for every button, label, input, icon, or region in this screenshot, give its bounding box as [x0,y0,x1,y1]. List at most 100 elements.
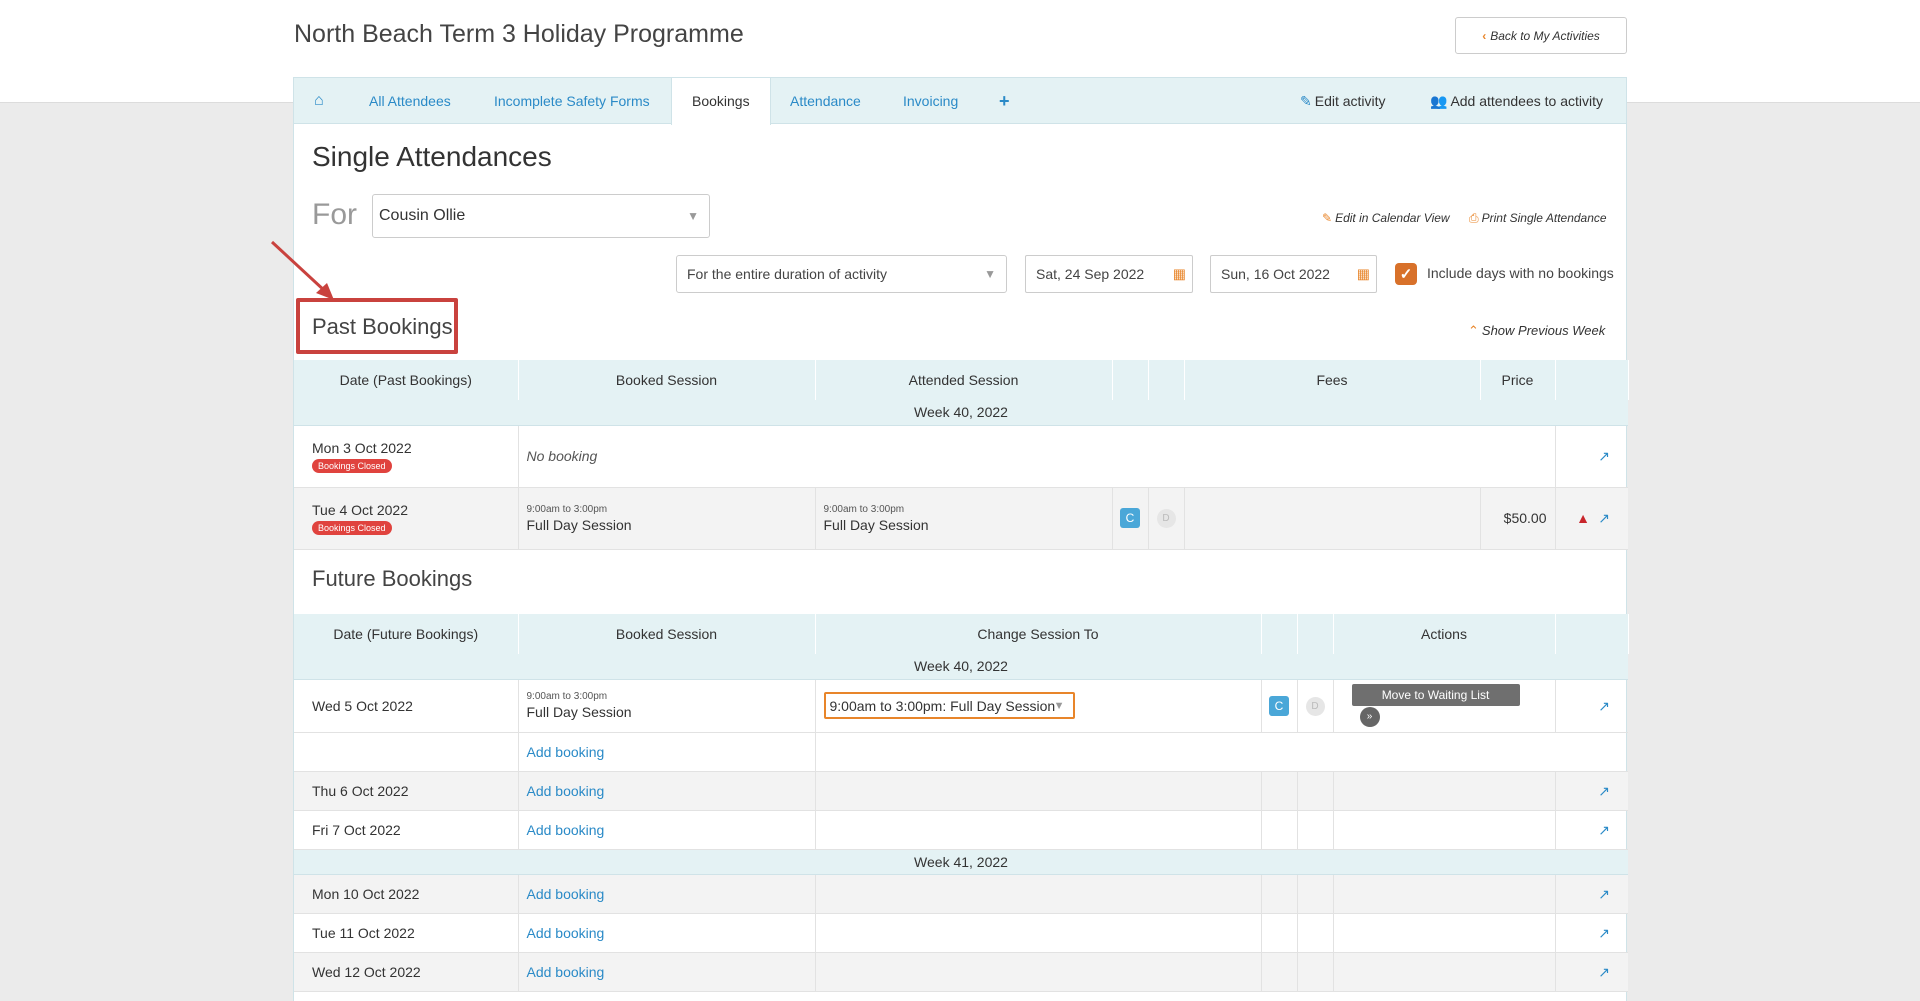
col-header-d [1148,360,1185,400]
future-bookings-title: Future Bookings [312,566,473,591]
fees-cell [1184,487,1481,550]
col-header-c [1261,614,1298,654]
c-badge[interactable]: C [1269,695,1289,716]
pencil-icon: ✎ [1300,93,1312,109]
col-header-booked: Booked Session [518,614,816,654]
tab-all-attendees[interactable]: All Attendees [369,78,451,124]
tab-incomplete-safety-forms[interactable]: Incomplete Safety Forms [494,78,650,124]
row-date: Thu 6 Oct 2022 [294,771,519,811]
pencil-icon: ✎ [1322,211,1333,225]
actions-cell: ↗ [1555,425,1628,488]
print-single-attendance-link[interactable]: ⎙ Print Single Attendance [1469,211,1607,226]
table-row: Tue 4 Oct 2022 Bookings Closed 9:00am to… [294,487,1628,550]
add-booking-link[interactable]: Add booking [527,886,605,902]
chevron-down-icon: ▼ [984,267,996,281]
back-to-activities-button[interactable]: ‹ Back to My Activities [1455,17,1627,54]
calendar-icon: ▦ [1172,265,1186,282]
external-link-icon[interactable]: ↗ [1596,699,1610,713]
edit-calendar-link[interactable]: ✎ Edit in Calendar View [1322,211,1450,225]
past-bookings-table: Date (Past Bookings) Booked Session Atte… [294,360,1629,550]
col-header-date: Date (Future Bookings) [294,614,519,654]
move-to-waiting-list-button[interactable]: Move to Waiting List [1351,684,1520,706]
booked-time: 9:00am to 3:00pm [526,503,608,515]
show-previous-week-link[interactable]: ⌃ Show Previous Week [1468,323,1605,339]
attendee-select[interactable]: Cousin Ollie ▼ [372,194,710,238]
no-booking-text: No booking [526,448,598,464]
edit-calendar-label: Edit in Calendar View [1335,211,1450,225]
table-row: Tue 11 Oct 2022 Add booking ↗ [294,913,1628,953]
row-date: Tue 11 Oct 2022 [294,913,519,953]
week-label: Week 41, 2022 [294,849,1628,875]
booked-cell: No booking [518,425,1556,488]
add-tab-plus-icon[interactable]: + [999,78,1010,124]
start-date-input[interactable]: Sat, 24 Sep 2022 ▦ [1025,255,1193,293]
calendar-icon: ▦ [1356,265,1370,282]
c-badge[interactable]: C [1120,508,1140,528]
add-booking-link[interactable]: Add booking [527,964,605,980]
change-session-value: 9:00am to 3:00pm: Full Day Session [829,697,1056,714]
status-badge: Bookings Closed [312,458,392,473]
external-link-icon[interactable]: ↗ [1596,823,1610,837]
external-link-icon[interactable]: ↗ [1596,965,1610,979]
status-badge: Bookings Closed [312,520,392,535]
add-booking-link[interactable]: Add booking [527,744,605,760]
add-attendees-link[interactable]: 👥 Add attendees to activity [1430,78,1603,124]
printer-icon: ⎙ [1469,211,1479,225]
table-row: Wed 5 Oct 2022 9:00am to 3:00pm Full Day… [294,679,1628,733]
booked-cell: 9:00am to 3:00pm Full Day Session [518,487,816,550]
change-session-select[interactable]: 9:00am to 3:00pm: Full Day Session ▼ [823,692,1075,719]
end-date-input[interactable]: Sun, 16 Oct 2022 ▦ [1210,255,1377,293]
duration-select[interactable]: For the entire duration of activity ▼ [676,255,1007,293]
users-icon: 👥 [1430,93,1448,109]
include-empty-days-checkbox[interactable]: ✓ [1395,263,1417,285]
external-link-icon[interactable]: ↗ [1596,511,1610,525]
week-label: Week 40, 2022 [294,654,1628,680]
attended-time: 9:00am to 3:00pm [823,503,905,515]
d-cell: D [1148,487,1185,550]
add-booking-link[interactable]: Add booking [527,925,605,941]
external-link-icon[interactable]: ↗ [1596,926,1610,940]
row-date: Fri 7 Oct 2022 [294,810,519,850]
edit-activity-link[interactable]: ✎ Edit activity [1300,78,1386,124]
arrow-annotation-icon [270,240,334,300]
for-label: For [312,198,357,231]
tab-bookings[interactable]: Bookings [671,78,771,125]
table-row: Wed 12 Oct 2022 Add booking ↗ [294,952,1628,992]
duration-select-value: For the entire duration of activity [687,266,887,282]
table-row: Add booking [294,732,1628,772]
start-date-value: Sat, 24 Sep 2022 [1036,266,1145,282]
past-bookings-title: Past Bookings [312,314,453,339]
col-header-actions [1555,360,1629,400]
add-booking-link[interactable]: Add booking [527,822,605,838]
attendee-select-value: Cousin Ollie [379,207,466,224]
attended-session: Full Day Session [823,516,929,533]
external-link-icon[interactable]: ↗ [1596,887,1610,901]
tab-attendance[interactable]: Attendance [790,78,861,124]
chevron-up-icon: ⌃ [1468,323,1479,338]
double-chevron-down-icon[interactable]: » [1359,707,1380,727]
external-link-icon[interactable]: ↗ [1596,784,1610,798]
row-date: Mon 10 Oct 2022 [294,874,519,914]
show-previous-label: Show Previous Week [1481,323,1606,338]
tab-invoicing[interactable]: Invoicing [903,78,958,124]
c-cell: C [1261,679,1298,733]
d-badge[interactable]: D [1156,509,1176,528]
add-booking-link[interactable]: Add booking [527,783,605,799]
home-icon[interactable]: ⌂ [314,78,324,124]
d-badge[interactable]: D [1305,696,1325,716]
date-cell: Tue 4 Oct 2022 Bookings Closed [294,487,519,550]
warning-icon: ▲ [1576,510,1590,526]
table-row: Fri 7 Oct 2022 Add booking ↗ [294,810,1628,850]
back-button-label: Back to My Activities [1490,28,1600,43]
date-cell: Mon 3 Oct 2022 Bookings Closed [294,425,519,488]
col-header-price: Price [1480,360,1556,400]
future-bookings-table: Date (Future Bookings) Booked Session Ch… [294,614,1629,992]
booked-time: 9:00am to 3:00pm [526,691,608,702]
row-date: Mon 3 Oct 2022 [312,439,412,456]
row-date: Tue 4 Oct 2022 [312,501,408,518]
single-attendances-title: Single Attendances [312,141,552,172]
page-title: North Beach Term 3 Holiday Programme [294,20,744,48]
change-session-cell: 9:00am to 3:00pm: Full Day Session ▼ [815,679,1262,733]
external-link-icon[interactable]: ↗ [1596,449,1610,463]
include-empty-days-label: Include days with no bookings [1427,265,1614,281]
